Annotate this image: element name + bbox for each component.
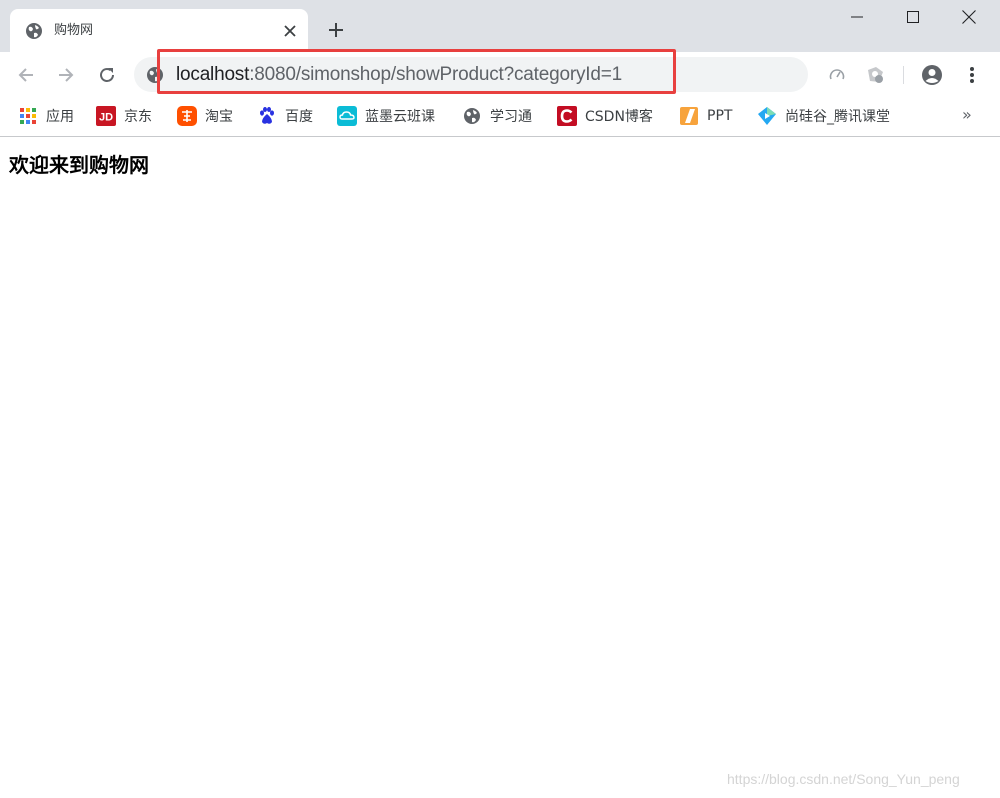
ppt-icon xyxy=(679,106,699,126)
bookmark-csdn[interactable]: CSDN博客 xyxy=(557,105,653,127)
diamond-icon xyxy=(757,106,777,126)
plus-icon[interactable] xyxy=(325,19,347,41)
apps-grid-icon xyxy=(18,106,38,126)
maximize-icon[interactable] xyxy=(890,0,936,34)
bookmark-label: CSDN博客 xyxy=(585,109,653,125)
bookmark-label: 京东 xyxy=(124,109,152,125)
csdn-icon xyxy=(557,106,577,126)
bookmark-label: 淘宝 xyxy=(205,109,233,125)
arrow-left-icon[interactable] xyxy=(13,62,39,88)
arrow-right-icon[interactable] xyxy=(53,62,79,88)
extension-icon[interactable] xyxy=(863,63,887,87)
bookmark-xuexitong[interactable]: 学习通 xyxy=(462,105,532,127)
url-highlight-box xyxy=(157,49,676,94)
bookmark-shangguigu[interactable]: 尚硅谷_腾讯课堂 xyxy=(757,105,890,127)
bookmark-label: 百度 xyxy=(285,109,313,125)
page-content: 欢迎来到购物网 https://blog.csdn.net/Song_Yun_p… xyxy=(0,138,1000,798)
globe-icon xyxy=(25,22,43,40)
close-icon[interactable] xyxy=(280,21,300,41)
reload-icon[interactable] xyxy=(94,62,120,88)
jd-icon: JD xyxy=(96,106,116,126)
watermark-text: https://blog.csdn.net/Song_Yun_peng xyxy=(727,771,960,787)
bookmark-lanmo[interactable]: 蓝墨云班课 xyxy=(337,105,435,127)
bookmark-label: 学习通 xyxy=(490,109,532,125)
browser-tab[interactable]: 购物网 xyxy=(10,9,308,52)
bookmark-baidu[interactable]: 百度 xyxy=(257,105,313,127)
cloud-icon xyxy=(337,106,357,126)
bookmark-taobao[interactable]: 淘宝 xyxy=(177,105,233,127)
taobao-icon xyxy=(177,106,197,126)
baidu-paw-icon xyxy=(257,106,277,126)
bookmark-ppt[interactable]: PPT xyxy=(679,105,732,127)
title-bar: 购物网 xyxy=(0,0,1000,52)
bookmarks-bar: 应用 JD 京东 淘宝 百度 蓝墨云班课 学习通 CSDN博客 PPT 尚硅谷_… xyxy=(0,97,1000,137)
globe-icon xyxy=(462,106,482,126)
svg-text:JD: JD xyxy=(99,112,113,124)
toolbar-divider xyxy=(903,66,904,84)
bookmark-label: 应用 xyxy=(46,109,74,125)
close-icon[interactable] xyxy=(946,0,992,34)
bookmark-jd[interactable]: JD 京东 xyxy=(96,105,152,127)
minimize-icon[interactable] xyxy=(834,0,880,34)
bookmark-apps[interactable]: 应用 xyxy=(18,105,74,127)
bookmarks-overflow-button[interactable]: » xyxy=(962,105,972,124)
bookmark-label: 蓝墨云班课 xyxy=(365,109,435,125)
bookmark-label: PPT xyxy=(707,108,733,124)
menu-icon[interactable] xyxy=(960,63,984,87)
speed-icon[interactable] xyxy=(825,63,849,87)
profile-icon[interactable] xyxy=(920,63,944,87)
page-heading: 欢迎来到购物网 xyxy=(9,153,149,177)
tab-title: 购物网 xyxy=(54,23,94,38)
bookmark-label: 尚硅谷_腾讯课堂 xyxy=(785,109,890,125)
